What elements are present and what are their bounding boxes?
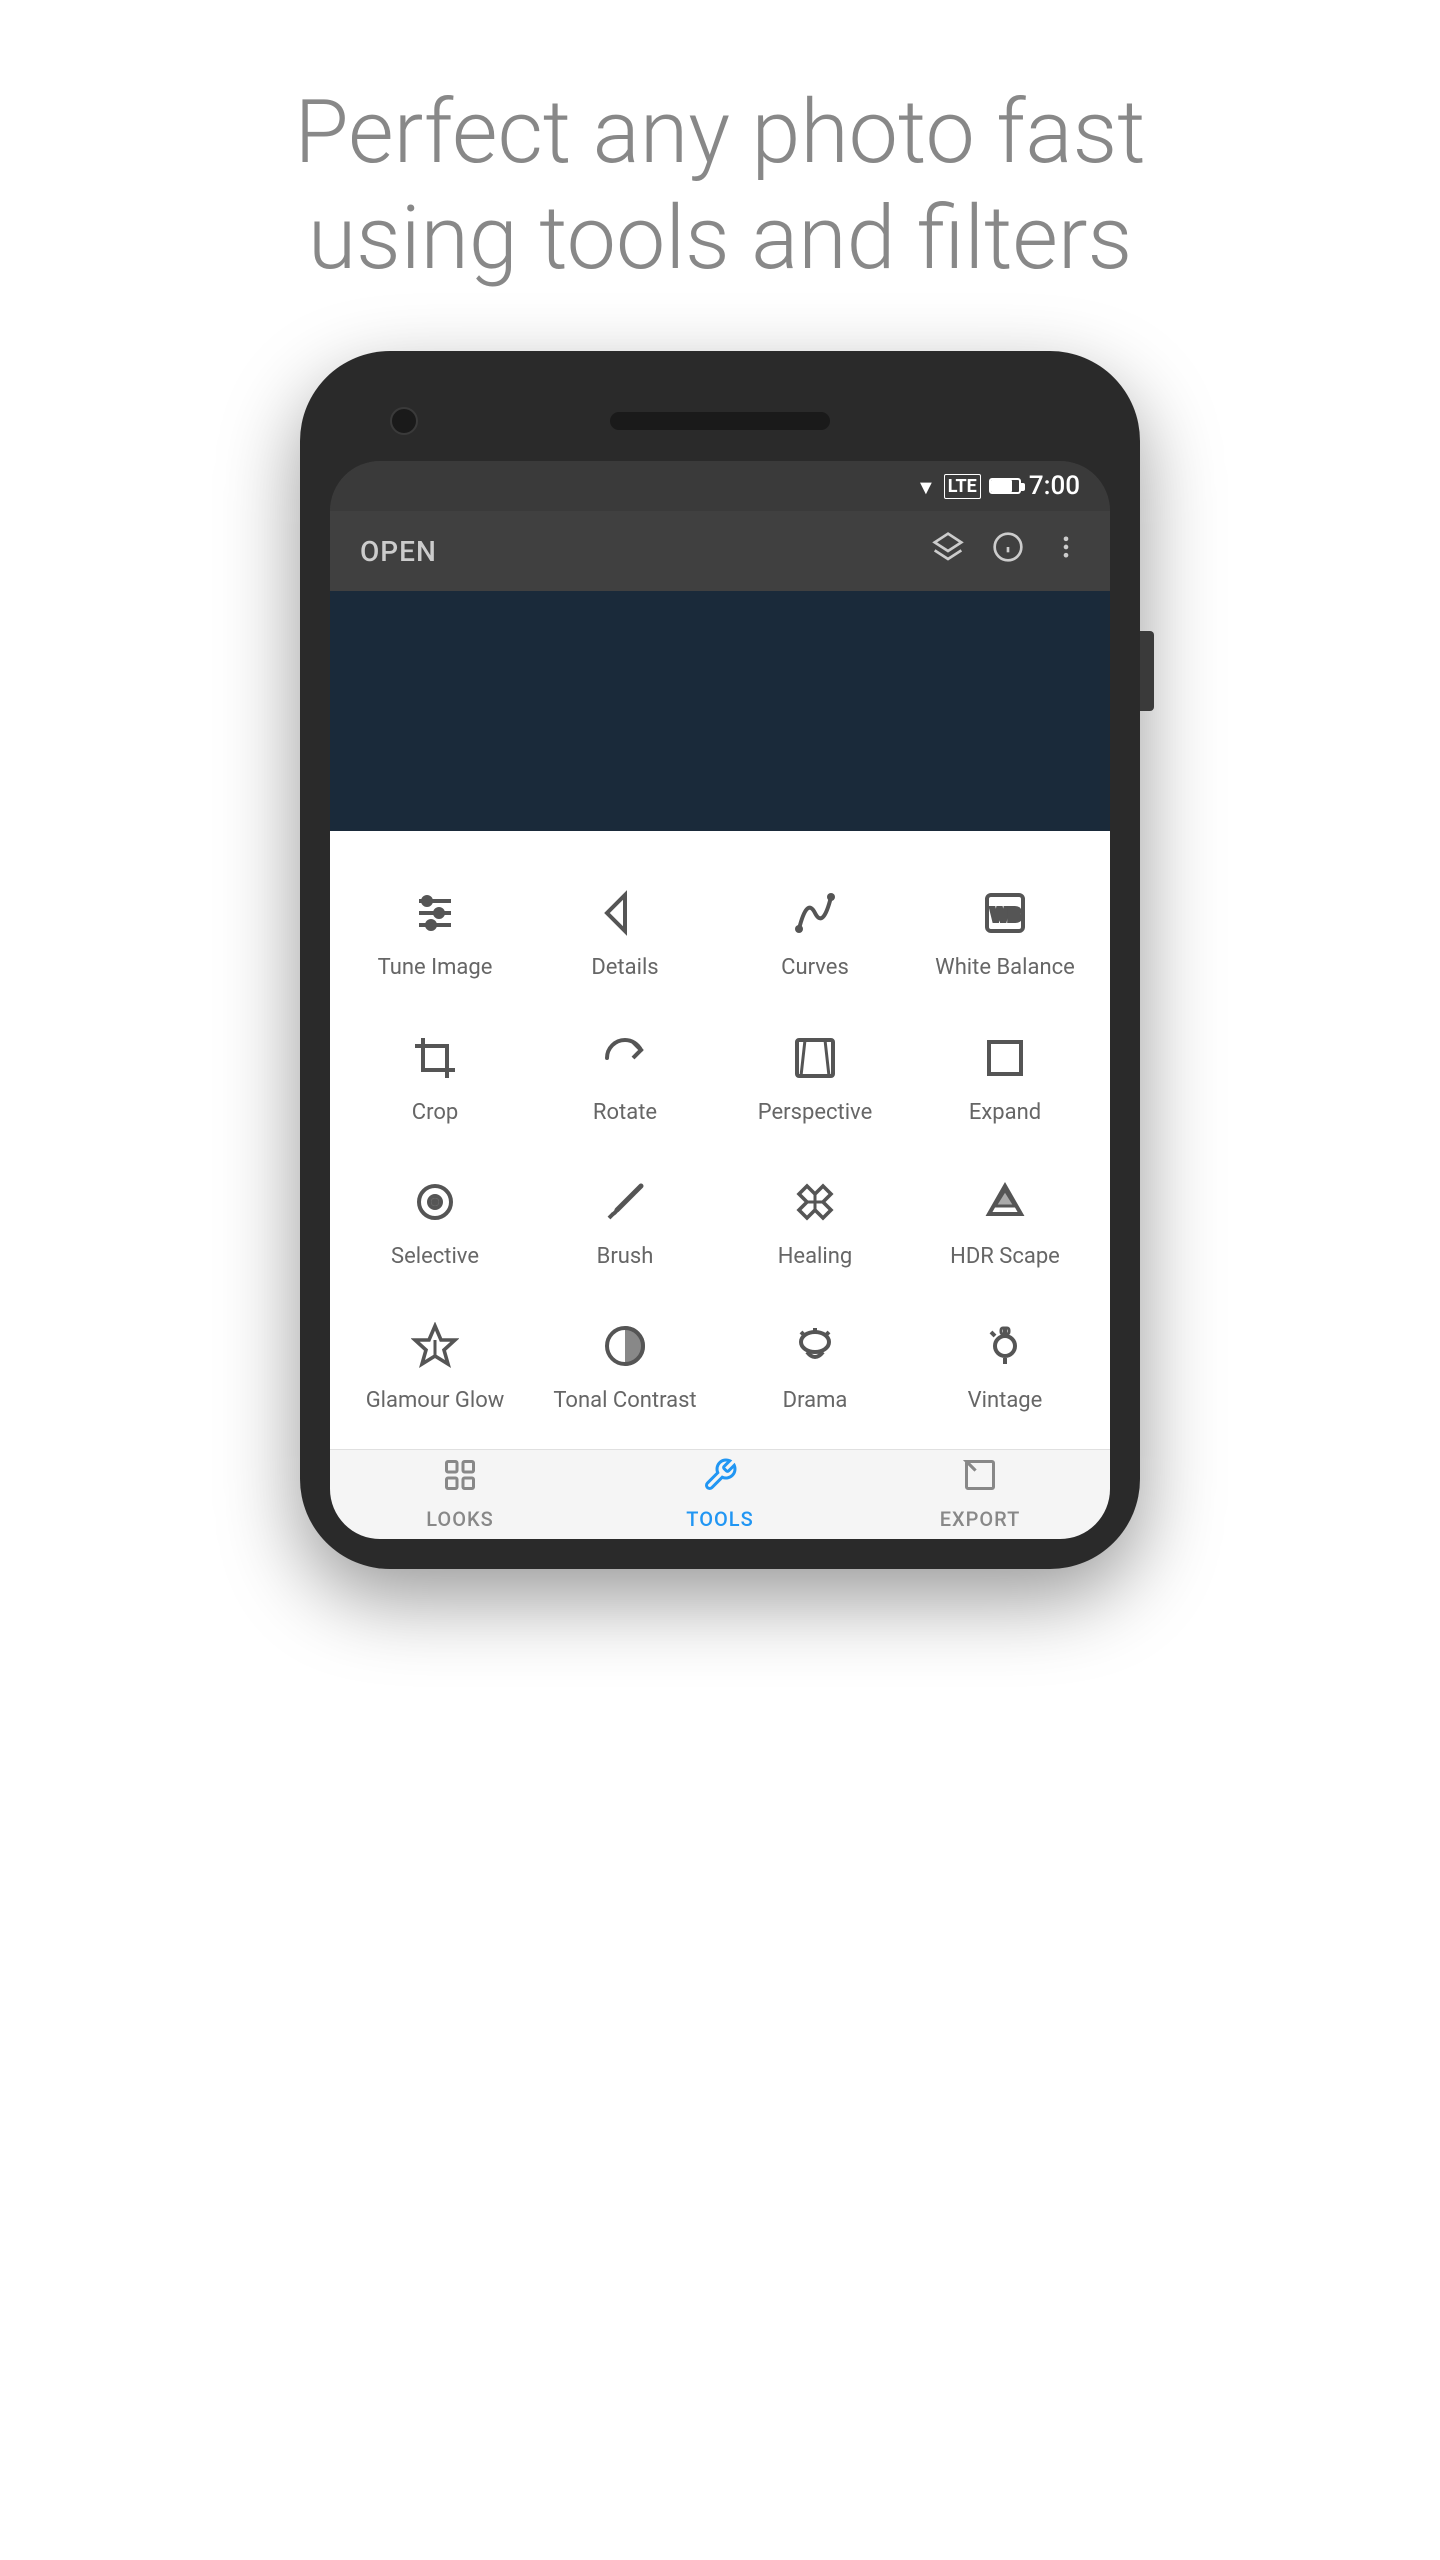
expand-label: Expand [969, 1100, 1041, 1126]
more-icon[interactable] [1052, 533, 1080, 569]
tools-panel: Tune Image Details [330, 831, 1110, 1449]
nav-looks[interactable]: LOOKS [330, 1457, 590, 1531]
tools-grid: Tune Image Details [340, 861, 1100, 1439]
rotate-label: Rotate [593, 1100, 657, 1126]
glamour-glow-label: Glamour Glow [366, 1388, 505, 1414]
curves-label: Curves [781, 955, 849, 981]
tool-tonal-contrast[interactable]: Tonal Contrast [530, 1294, 720, 1438]
tool-expand[interactable]: Expand [910, 1006, 1100, 1150]
info-icon[interactable] [992, 531, 1024, 571]
vintage-label: Vintage [968, 1388, 1043, 1414]
tool-drama[interactable]: Drama [720, 1294, 910, 1438]
tune-image-icon [407, 885, 463, 941]
vintage-icon [977, 1318, 1033, 1374]
nav-export[interactable]: EXPORT [850, 1457, 1110, 1531]
selective-label: Selective [391, 1244, 479, 1270]
status-bar: LTE 7:00 [330, 461, 1110, 511]
looks-label: LOOKS [426, 1507, 493, 1531]
healing-label: Healing [778, 1244, 853, 1270]
page-header: Perfect any photo fast using tools and f… [174, 0, 1265, 351]
export-icon [962, 1457, 998, 1501]
hdr-scape-icon [977, 1174, 1033, 1230]
tool-vintage[interactable]: Vintage [910, 1294, 1100, 1438]
lte-icon: LTE [944, 474, 981, 499]
phone-frame: LTE 7:00 OPEN [300, 351, 1140, 1569]
photo-area [330, 591, 1110, 831]
phone-screen: LTE 7:00 OPEN [330, 461, 1110, 1539]
hdr-scape-label: HDR Scape [950, 1244, 1060, 1270]
phone-speaker [610, 412, 830, 430]
battery-icon [989, 478, 1021, 494]
tonal-contrast-icon [597, 1318, 653, 1374]
status-icons: LTE 7:00 [916, 471, 1080, 501]
healing-icon [787, 1174, 843, 1230]
curves-icon [787, 885, 843, 941]
tool-rotate[interactable]: Rotate [530, 1006, 720, 1150]
drama-label: Drama [783, 1388, 848, 1414]
svg-text:WB: WB [991, 905, 1021, 925]
brush-icon [597, 1174, 653, 1230]
drama-icon [787, 1318, 843, 1374]
status-time: 7:00 [1029, 471, 1080, 501]
tool-brush[interactable]: Brush [530, 1150, 720, 1294]
tool-curves[interactable]: Curves [720, 861, 910, 1005]
tool-white-balance[interactable]: WB White Balance [910, 861, 1100, 1005]
selective-icon [407, 1174, 463, 1230]
tool-hdr-scape[interactable]: HDR Scape [910, 1150, 1100, 1294]
side-button [1140, 631, 1154, 711]
camera-lens [390, 407, 418, 435]
toolbar-icons [932, 531, 1080, 571]
crop-label: Crop [412, 1100, 458, 1126]
expand-icon [977, 1030, 1033, 1086]
export-label: EXPORT [940, 1507, 1021, 1531]
crop-icon [407, 1030, 463, 1086]
phone-top-bar [330, 381, 1110, 461]
app-toolbar: OPEN [330, 511, 1110, 591]
tool-selective[interactable]: Selective [340, 1150, 530, 1294]
white-balance-label: White Balance [935, 955, 1075, 981]
tool-tune-image[interactable]: Tune Image [340, 861, 530, 1005]
bottom-nav: LOOKS TOOLS [330, 1449, 1110, 1539]
layers-icon[interactable] [932, 531, 964, 571]
details-icon [597, 885, 653, 941]
phone-wrapper: LTE 7:00 OPEN [300, 351, 1140, 1569]
glamour-glow-icon [407, 1318, 463, 1374]
tool-healing[interactable]: Healing [720, 1150, 910, 1294]
header-text: Perfect any photo fast using tools and f… [294, 80, 1145, 291]
brush-label: Brush [597, 1244, 654, 1270]
wifi-icon [916, 472, 936, 500]
open-button[interactable]: OPEN [360, 535, 437, 568]
nav-tools[interactable]: TOOLS [590, 1457, 850, 1531]
tool-perspective[interactable]: Perspective [720, 1006, 910, 1150]
tool-glamour-glow[interactable]: Glamour Glow [340, 1294, 530, 1438]
perspective-icon [787, 1030, 843, 1086]
tools-label: TOOLS [686, 1507, 753, 1531]
tool-details[interactable]: Details [530, 861, 720, 1005]
tools-icon [702, 1457, 738, 1501]
perspective-label: Perspective [758, 1100, 872, 1126]
white-balance-icon: WB [977, 885, 1033, 941]
tonal-contrast-label: Tonal Contrast [553, 1388, 696, 1414]
tune-image-label: Tune Image [378, 955, 493, 981]
tool-crop[interactable]: Crop [340, 1006, 530, 1150]
looks-icon [442, 1457, 478, 1501]
details-label: Details [591, 955, 658, 981]
rotate-icon [597, 1030, 653, 1086]
